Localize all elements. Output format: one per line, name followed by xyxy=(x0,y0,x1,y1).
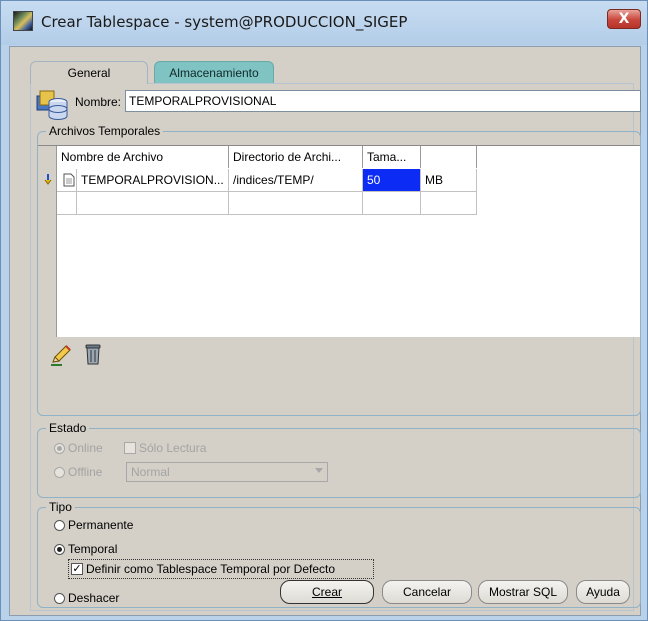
readonly-checkbox xyxy=(124,442,136,454)
cell-tamano[interactable]: 50 xyxy=(363,169,421,192)
close-button[interactable]: X xyxy=(607,9,641,29)
temp-files-grid[interactable]: Nombre de Archivo Directorio de Archi...… xyxy=(38,145,640,337)
name-input[interactable] xyxy=(125,90,641,112)
cell-directorio[interactable]: /indices/TEMP/ xyxy=(229,169,363,192)
dialog-body: General Almacenamiento Nombre: Archivos … xyxy=(9,46,641,616)
column-header-unidad xyxy=(421,146,477,168)
pencil-icon[interactable] xyxy=(50,344,72,366)
archivos-legend: Archivos Temporales xyxy=(49,124,161,138)
tab-almacenamiento[interactable]: Almacenamiento xyxy=(154,61,274,84)
mostrar-sql-button[interactable]: Mostrar SQL xyxy=(478,580,568,604)
temporal-radio[interactable] xyxy=(54,544,65,555)
deshacer-label[interactable]: Deshacer xyxy=(68,591,119,605)
column-header-directorio[interactable]: Directorio de Archi... xyxy=(229,146,363,168)
tab-general[interactable]: General xyxy=(30,61,148,84)
permanente-label[interactable]: Permanente xyxy=(68,518,133,532)
deshacer-radio[interactable] xyxy=(54,593,65,604)
archivos-temporales-group: Archivos Temporales Nombre de Archivo Di… xyxy=(37,124,641,416)
crear-button[interactable]: Crear xyxy=(280,580,374,604)
cell-nombre[interactable]: TEMPORALPROVISION... xyxy=(77,169,229,192)
cell-unidad[interactable]: MB xyxy=(421,169,477,192)
offline-radio xyxy=(54,467,65,478)
default-temp-checkbox[interactable]: ✓ xyxy=(71,563,83,575)
current-row-marker-icon xyxy=(44,174,52,185)
column-header-nombre[interactable]: Nombre de Archivo xyxy=(57,146,229,168)
cell-tamano-empty[interactable] xyxy=(363,192,421,215)
online-radio xyxy=(54,443,65,454)
chevron-down-icon xyxy=(315,468,323,473)
row-icon-cell xyxy=(57,192,77,215)
window-title: Crear Tablespace - system@PRODUCCION_SIG… xyxy=(41,13,408,31)
trash-icon[interactable] xyxy=(84,342,102,366)
cell-directorio-empty[interactable] xyxy=(229,192,363,215)
tipo-legend: Tipo xyxy=(49,500,72,514)
default-temp-label[interactable]: Definir como Tablespace Temporal por Def… xyxy=(86,562,335,576)
dialog-window: Crear Tablespace - system@PRODUCCION_SIG… xyxy=(0,0,648,621)
estado-group: Estado Online Sólo Lectura Offline Norma… xyxy=(37,421,641,498)
column-header-tamano[interactable]: Tama... xyxy=(363,146,421,168)
offline-mode-select: Normal xyxy=(126,462,328,482)
app-icon xyxy=(13,11,33,31)
row-icon-cell xyxy=(57,169,77,192)
general-panel: Nombre: Archivos Temporales Nombre de Ar… xyxy=(30,83,641,611)
crear-button-label: Crear xyxy=(311,585,342,599)
offline-mode-value: Normal xyxy=(131,465,170,479)
cancelar-button[interactable]: Cancelar xyxy=(382,580,472,604)
offline-label: Offline xyxy=(68,465,103,479)
permanente-radio[interactable] xyxy=(54,520,65,531)
cell-nombre-empty[interactable] xyxy=(77,192,229,215)
tablespace-icon xyxy=(36,90,68,120)
estado-legend: Estado xyxy=(49,421,87,435)
readonly-label: Sólo Lectura xyxy=(139,441,207,455)
temporal-label[interactable]: Temporal xyxy=(68,542,117,556)
name-label: Nombre: xyxy=(75,95,122,109)
title-bar[interactable]: Crear Tablespace - system@PRODUCCION_SIG… xyxy=(1,1,647,45)
cell-unidad-empty[interactable] xyxy=(421,192,477,215)
ayuda-button[interactable]: Ayuda xyxy=(576,580,630,604)
online-label: Online xyxy=(68,441,103,455)
